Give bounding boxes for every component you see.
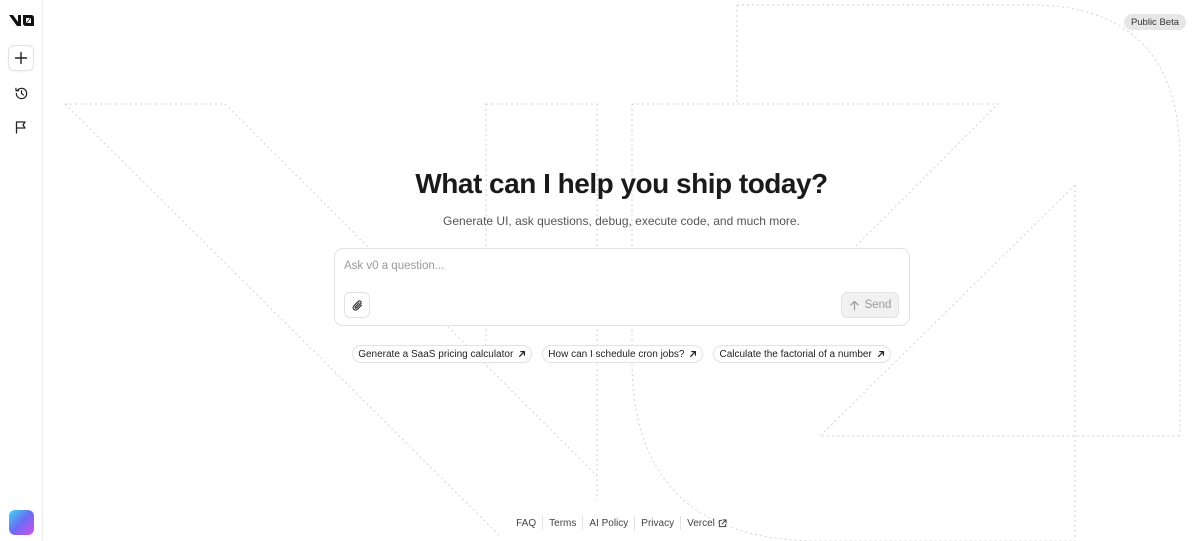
- arrow-up-right-icon: [690, 351, 697, 357]
- footer-link-terms[interactable]: Terms: [543, 518, 582, 529]
- v0-logo[interactable]: [8, 12, 35, 28]
- prompt-input[interactable]: [344, 258, 844, 274]
- send-label: Send: [864, 299, 892, 311]
- flag-icon: [15, 121, 26, 134]
- public-beta-badge: Public Beta: [1123, 14, 1186, 30]
- footer-link-ai-policy[interactable]: AI Policy: [583, 518, 634, 529]
- suggestion-chip[interactable]: Generate a SaaS pricing calculator: [352, 345, 533, 363]
- arrow-up-icon: [849, 300, 859, 310]
- footer-link-label: Terms: [549, 517, 577, 529]
- arrow-up-right-icon: [877, 351, 884, 357]
- suggestion-label: Generate a SaaS pricing calculator: [358, 348, 514, 360]
- footer-link-label: AI Policy: [589, 517, 629, 529]
- history-icon: [14, 87, 27, 99]
- page-subtitle: Generate UI, ask questions, debug, execu…: [443, 214, 800, 228]
- footer-link-vercel[interactable]: Vercel: [681, 518, 733, 529]
- plus-icon: [14, 51, 28, 65]
- avatar[interactable]: [9, 510, 34, 535]
- page-title: What can I help you ship today?: [415, 168, 828, 199]
- feedback-button[interactable]: [8, 114, 34, 140]
- arrow-up-right-icon: [519, 351, 526, 357]
- footer-link-privacy[interactable]: Privacy: [635, 518, 680, 529]
- suggestion-list: Generate a SaaS pricing calculator How c…: [43, 345, 1200, 363]
- suggestion-label: How can I schedule cron jobs?: [548, 348, 685, 360]
- footer-link-label: Privacy: [641, 517, 675, 529]
- sidebar: [0, 0, 43, 541]
- prompt-composer: Send: [334, 248, 910, 326]
- v0-logo-icon: [9, 15, 34, 26]
- suggestion-chip[interactable]: How can I schedule cron jobs?: [542, 345, 704, 363]
- footer-link-faq[interactable]: FAQ: [510, 518, 542, 529]
- external-link-icon: [718, 518, 727, 527]
- footer-link-label: FAQ: [516, 517, 537, 529]
- suggestion-chip[interactable]: Calculate the factorial of a number: [713, 345, 891, 363]
- footer-link-label: Vercel: [687, 517, 715, 529]
- suggestion-label: Calculate the factorial of a number: [719, 348, 872, 360]
- footer: FAQ Terms AI Policy Privacy Vercel: [43, 516, 1200, 530]
- attach-button[interactable]: [344, 292, 370, 318]
- history-button[interactable]: [8, 80, 34, 106]
- paperclip-icon: [352, 299, 362, 310]
- new-chat-button[interactable]: [8, 45, 34, 71]
- send-button[interactable]: Send: [841, 292, 899, 318]
